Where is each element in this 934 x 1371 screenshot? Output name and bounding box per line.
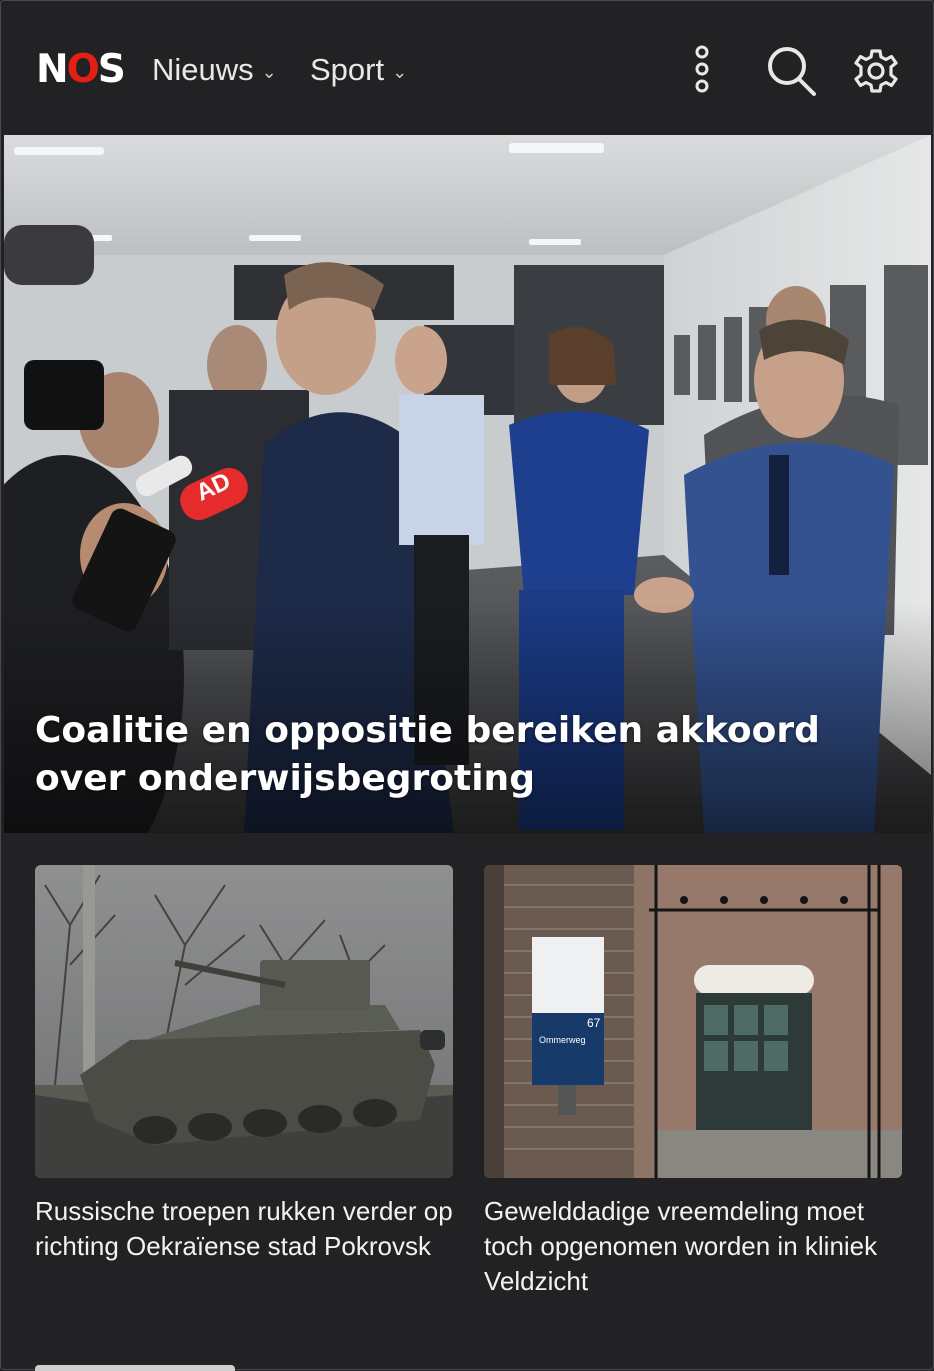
article-title: Gewelddadige vreemdeling moet toch opgen… <box>484 1196 878 1296</box>
chevron-down-icon: ⌄ <box>392 62 408 82</box>
nav-sport[interactable]: Sport ⌄ <box>310 50 407 90</box>
clinic-photo: 67 Ommerweg <box>484 865 902 1178</box>
hero-title: Coalitie en oppositie bereiken akkoord o… <box>35 710 820 799</box>
article-card[interactable]: Russische troepen rukken verder op richt… <box>35 865 453 1264</box>
article-title: Russische troepen rukken verder op richt… <box>35 1196 453 1261</box>
nav-sport-label: Sport <box>310 52 385 87</box>
gear-icon[interactable] <box>850 42 902 98</box>
sign-street: Ommerweg <box>539 1035 586 1045</box>
tank-photo <box>35 865 453 1178</box>
article-thumbnail: 67 Ommerweg <box>484 865 902 1178</box>
nav-nieuws[interactable]: Nieuws ⌄ <box>152 50 277 90</box>
more-icon[interactable] <box>690 42 714 98</box>
sign-number: 67 <box>587 1016 601 1030</box>
hero-article[interactable]: AD Coalitie en oppositie bereiken akkoor… <box>4 135 931 833</box>
article-card[interactable]: 67 Ommerweg Gewelddadige vreemdeling moe… <box>484 865 902 1299</box>
article-thumbnail <box>35 865 453 1178</box>
next-article-thumbnail-peek[interactable] <box>35 1365 235 1371</box>
search-icon[interactable] <box>764 42 818 98</box>
top-bar: NOS Nieuws ⌄ Sport ⌄ <box>4 4 930 134</box>
nos-logo[interactable]: NOS <box>36 50 126 90</box>
nav-nieuws-label: Nieuws <box>152 52 254 87</box>
chevron-down-icon: ⌄ <box>261 62 277 82</box>
